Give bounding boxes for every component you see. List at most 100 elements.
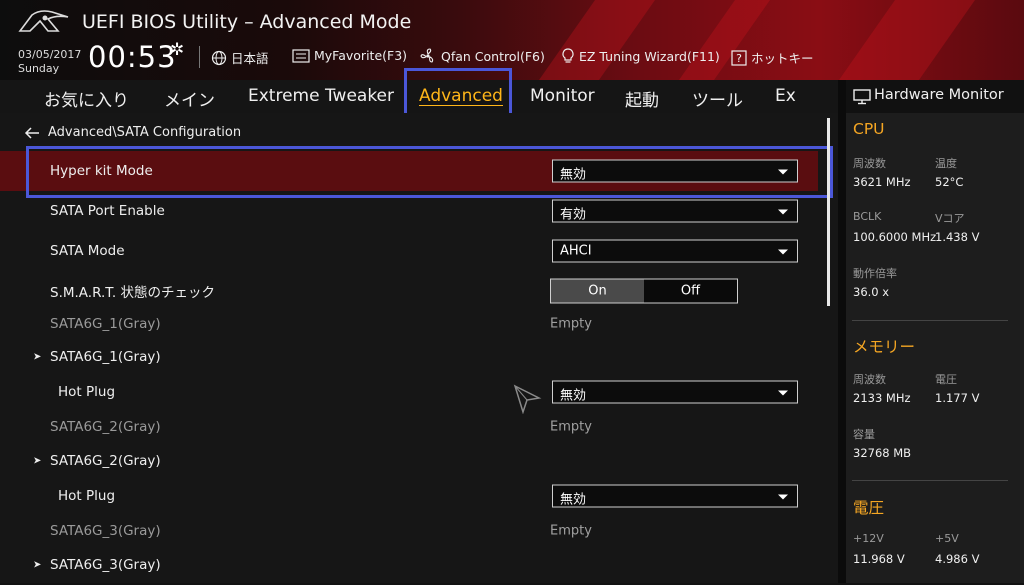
bclk-label: BCLK xyxy=(853,210,882,223)
tab-extreme-tweaker[interactable]: Extreme Tweaker xyxy=(248,86,394,106)
submenu-row-sata6g-2[interactable]: ➤ SATA6G_2(Gray) xyxy=(0,441,818,481)
qfan-control-button[interactable]: Qfan Control(F6) xyxy=(419,48,545,64)
globe-icon xyxy=(211,50,227,65)
cpu-section-title: CPU xyxy=(853,120,885,138)
ratio-label: 動作倍率 xyxy=(853,267,897,280)
smart-check-toggle[interactable]: On Off xyxy=(550,278,738,304)
sata-port-enable-dropdown[interactable]: 有効 xyxy=(552,199,798,223)
chevron-down-icon xyxy=(778,209,788,215)
submenu-label: SATA6G_2(Gray) xyxy=(50,453,161,469)
sata-mode-dropdown[interactable]: AHCI xyxy=(552,239,798,263)
tab-boot[interactable]: 起動 xyxy=(625,86,659,111)
mem-freq-value: 2133 MHz xyxy=(853,391,911,405)
submenu-row-sata6g-3[interactable]: ➤ SATA6G_3(Gray) xyxy=(0,545,818,585)
setting-row-hot-plug-1[interactable]: Hot Plug 無効 xyxy=(0,372,818,412)
setting-label: S.M.A.R.T. 状態のチェック xyxy=(50,285,216,301)
back-arrow-icon[interactable] xyxy=(24,126,40,139)
mem-cap-value: 32768 MB xyxy=(853,446,912,460)
v12-value: 11.968 V xyxy=(853,552,905,566)
day-text: Sunday xyxy=(18,62,60,75)
v5-value: 4.986 V xyxy=(935,552,980,566)
breadcrumb-path: Advanced\SATA Configuration xyxy=(48,125,242,140)
app-title: UEFI BIOS Utility – Advanced Mode xyxy=(82,11,412,33)
fan-icon xyxy=(420,48,434,63)
setting-label: SATA Mode xyxy=(50,243,125,259)
hotkey-label: ホットキー xyxy=(751,51,814,66)
hardware-monitor-header: Hardware Monitor xyxy=(846,80,1024,113)
dropdown-value: 有効 xyxy=(560,207,587,223)
scrollbar[interactable] xyxy=(827,118,830,306)
tab-main[interactable]: メイン xyxy=(164,86,215,111)
breadcrumb: Advanced\SATA Configuration xyxy=(24,125,241,140)
my-favorite-button[interactable]: MyFavorite(F3) xyxy=(292,48,407,63)
header-decoration xyxy=(817,0,983,80)
mem-cap-label: 容量 xyxy=(853,428,875,441)
rog-logo xyxy=(18,10,69,32)
expand-arrow-icon: ➤ xyxy=(33,455,42,467)
submenu-row-sata6g-1[interactable]: ➤ SATA6G_1(Gray) xyxy=(0,337,818,377)
expand-arrow-icon: ➤ xyxy=(33,559,42,571)
vcore-label: Vコア xyxy=(935,212,965,225)
info-label: SATA6G_1(Gray) xyxy=(50,316,161,332)
toggle-on-option[interactable]: On xyxy=(551,279,644,303)
hot-plug-2-dropdown[interactable]: 無効 xyxy=(552,484,798,508)
divider xyxy=(852,320,1008,321)
tab-monitor[interactable]: Monitor xyxy=(530,86,595,106)
mem-freq-label: 周波数 xyxy=(853,373,886,386)
info-value: Empty xyxy=(550,419,592,435)
svg-text:?: ? xyxy=(736,52,742,65)
chevron-down-icon xyxy=(778,390,788,396)
info-value: Empty xyxy=(550,316,592,332)
cpu-temp-label: 温度 xyxy=(935,157,957,170)
favorite-list-icon xyxy=(292,48,310,63)
chevron-down-icon xyxy=(778,249,788,255)
hot-plug-1-dropdown[interactable]: 無効 xyxy=(552,380,798,404)
ratio-value: 36.0 x xyxy=(853,285,890,299)
memory-section-title: メモリー xyxy=(853,338,916,356)
v12-label: +12V xyxy=(853,532,884,545)
setting-row-sata-mode[interactable]: SATA Mode AHCI xyxy=(0,231,818,271)
qfan-label: Qfan Control(F6) xyxy=(441,48,545,64)
v5-label: +5V xyxy=(935,532,959,545)
toggle-off-option[interactable]: Off xyxy=(644,279,737,303)
monitor-icon xyxy=(853,89,871,105)
dropdown-value: 無効 xyxy=(560,388,587,404)
my-favorite-label: MyFavorite(F3) xyxy=(314,48,408,63)
tab-highlight-box xyxy=(404,68,512,118)
hotkey-button[interactable]: ? ホットキー xyxy=(731,48,814,67)
divider xyxy=(852,480,1008,481)
ez-tuning-button[interactable]: EZ Tuning Wizard(F11) xyxy=(561,48,720,64)
mem-volt-label: 電圧 xyxy=(935,373,957,386)
date-display: 03/05/2017 Sunday xyxy=(18,48,81,76)
lightbulb-icon xyxy=(562,48,574,63)
row-highlight-box xyxy=(26,146,833,198)
mem-volt-value: 1.177 V xyxy=(935,391,980,405)
tab-tool[interactable]: ツール xyxy=(692,86,743,111)
clock[interactable]: 00:53 xyxy=(88,40,177,74)
info-label: SATA6G_3(Gray) xyxy=(50,523,161,539)
dropdown-value: AHCI xyxy=(560,243,592,259)
hardware-monitor-panel: Hardware Monitor CPU 周波数 3621 MHz 温度 52°… xyxy=(846,80,1024,583)
help-icon: ? xyxy=(731,49,747,66)
gear-icon[interactable]: ✲ xyxy=(170,40,184,60)
setting-label: Hot Plug xyxy=(58,488,116,504)
bclk-value: 100.6000 MHz xyxy=(853,230,937,244)
language-button[interactable]: 日本語 xyxy=(211,48,269,67)
cpu-freq-label: 周波数 xyxy=(853,157,886,170)
panel-gap xyxy=(838,80,846,583)
voltage-section-title: 電圧 xyxy=(853,499,885,517)
setting-label: SATA Port Enable xyxy=(50,203,165,219)
tab-exit[interactable]: Ex xyxy=(775,86,796,106)
cpu-freq-value: 3621 MHz xyxy=(853,175,911,189)
setting-row-hot-plug-2[interactable]: Hot Plug 無効 xyxy=(0,476,818,516)
tab-favorites[interactable]: お気に入り xyxy=(44,86,129,111)
title-bar: UEFI BIOS Utility – Advanced Mode 03/05/… xyxy=(0,0,1024,80)
cpu-temp-value: 52°C xyxy=(935,175,964,189)
mouse-cursor-icon xyxy=(513,384,542,414)
submenu-label: SATA6G_3(Gray) xyxy=(50,557,161,573)
header-decoration xyxy=(657,0,778,80)
info-value: Empty xyxy=(550,523,592,539)
info-label: SATA6G_2(Gray) xyxy=(50,419,161,435)
setting-label: Hot Plug xyxy=(58,384,116,400)
header-decoration xyxy=(517,0,663,80)
